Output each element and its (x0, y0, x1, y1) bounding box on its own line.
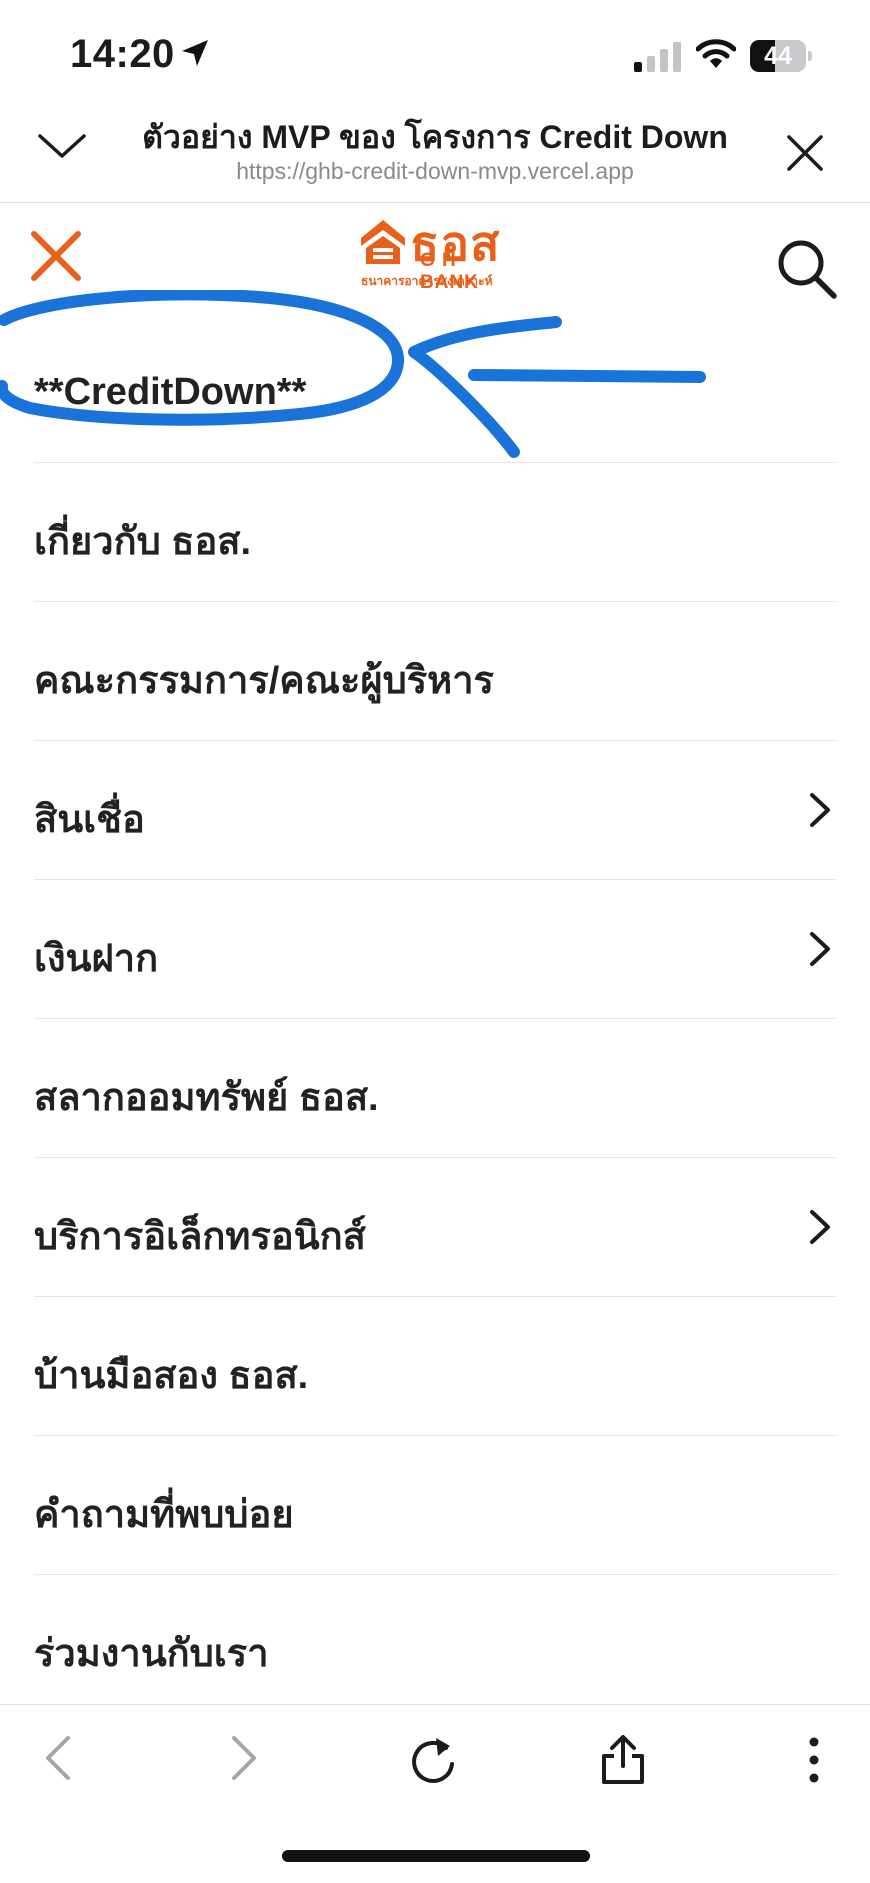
status-bar: 14:20 44 (0, 0, 870, 100)
menu-item-creditdown[interactable]: **CreditDown** (34, 324, 836, 463)
menu-item-label: ร่วมงานกับเรา (34, 1633, 269, 1675)
menu-item-label: สินเชื่อ (34, 799, 145, 841)
cellular-signal-icon (634, 42, 681, 72)
menu-item-careers[interactable]: ร่วมงานกับเรา (34, 1575, 836, 1713)
forward-icon[interactable] (226, 1734, 262, 1782)
reload-icon[interactable] (408, 1734, 460, 1786)
home-indicator (282, 1850, 590, 1862)
back-icon[interactable] (40, 1734, 76, 1782)
status-time: 14:20 (70, 32, 175, 76)
search-icon[interactable] (776, 238, 838, 300)
chevron-down-icon[interactable] (36, 130, 88, 160)
menu-item-board[interactable]: คณะกรรมการ/คณะผู้บริหาร (34, 602, 836, 741)
chevron-right-icon (810, 793, 830, 827)
menu-item-label: คณะกรรมการ/คณะผู้บริหาร (34, 660, 494, 702)
menu-item-savings-lottery[interactable]: สลากออมทรัพย์ ธอส. (34, 1019, 836, 1158)
menu-item-faq[interactable]: คำถามที่พบบ่อย (34, 1436, 836, 1575)
menu-item-second-hand-homes[interactable]: บ้านมือสอง ธอส. (34, 1297, 836, 1436)
menu-item-label: บ้านมือสอง ธอส. (34, 1355, 309, 1397)
menu-item-label: เกี่ยวกับ ธอส. (34, 521, 252, 563)
menu-item-loans[interactable]: สินเชื่อ (34, 741, 836, 880)
house-logo-icon (361, 220, 405, 264)
logo-subtitle: ธนาคารอาคารสงเคราะห์ (361, 274, 493, 288)
ghbank-logo[interactable]: ธอส G H BANK ธนาคารอาคารสงเคราะห์ (358, 214, 518, 293)
battery-indicator: 44 (750, 40, 812, 72)
menu-item-label: บริการอิเล็กทรอนิกส์ (34, 1216, 366, 1258)
close-browser-icon[interactable] (786, 134, 824, 172)
chevron-right-icon (810, 1210, 830, 1244)
chevron-right-icon (810, 932, 830, 966)
page-url[interactable]: https://ghb-credit-down-mvp.vercel.app (110, 158, 760, 185)
wifi-icon (696, 39, 736, 68)
share-icon[interactable] (600, 1734, 646, 1786)
menu-item-label: คำถามที่พบบ่อย (34, 1494, 294, 1536)
menu-item-deposits[interactable]: เงินฝาก (34, 880, 836, 1019)
location-arrow-icon (182, 40, 208, 66)
battery-level: 44 (764, 42, 792, 70)
menu-item-about[interactable]: เกี่ยวกับ ธอส. (34, 463, 836, 602)
page-title: ตัวอย่าง MVP ของ โครงการ Credit Down (142, 119, 728, 155)
close-menu-icon[interactable] (28, 228, 84, 284)
menu-item-label: **CreditDown** (34, 371, 307, 413)
menu-item-e-services[interactable]: บริการอิเล็กทรอนิกส์ (34, 1158, 836, 1297)
menu-item-label: สลากออมทรัพย์ ธอส. (34, 1077, 379, 1119)
more-icon[interactable] (800, 1734, 828, 1786)
menu-item-label: เงินฝาก (34, 938, 159, 980)
nav-menu: **CreditDown** เกี่ยวกับ ธอส. คณะกรรมการ… (34, 324, 836, 1713)
